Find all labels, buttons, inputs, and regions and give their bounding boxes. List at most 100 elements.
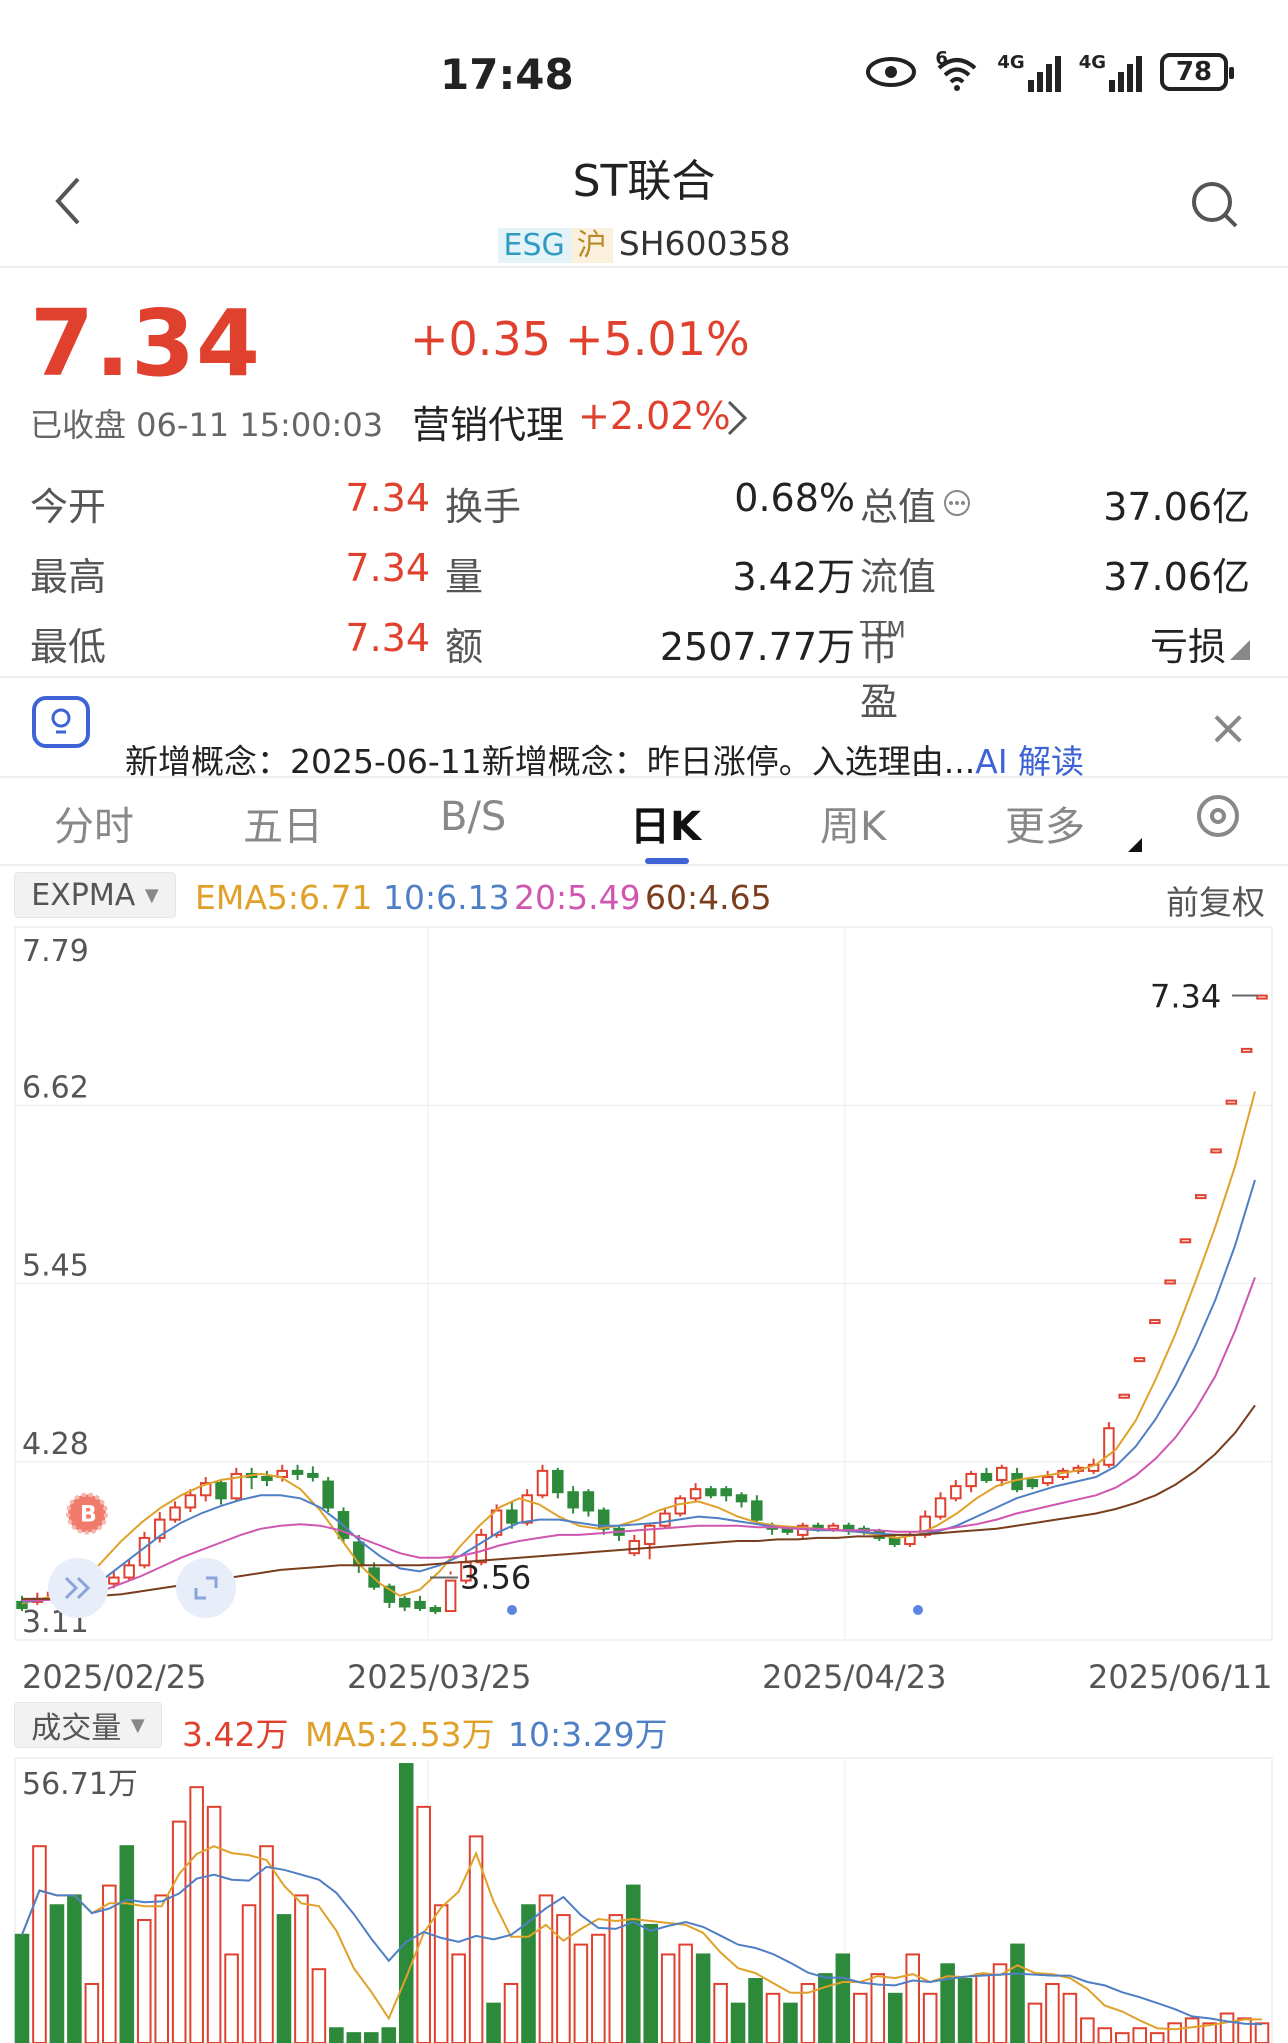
chevron-right-icon[interactable] — [725, 398, 749, 438]
volume-bar — [32, 1845, 47, 2043]
volume-bar — [136, 1919, 152, 2043]
x-tick-label: 2025/06/11 — [1088, 1658, 1273, 1696]
volume-bar — [1184, 2017, 1200, 2043]
volume-bar — [259, 1845, 274, 2043]
expand-triangle-icon[interactable] — [1230, 640, 1250, 660]
volume-bar — [957, 1978, 973, 2043]
esg-badge: ESG — [497, 228, 571, 263]
volume-bar — [818, 1973, 833, 2043]
amount-value: 2507.77万 — [659, 625, 855, 669]
tab-daily-k[interactable]: 日K — [630, 794, 701, 852]
tabs-divider — [0, 864, 1288, 866]
volume-bar — [241, 1904, 257, 2043]
settings-icon[interactable] — [1197, 795, 1239, 837]
volume-bar — [381, 2027, 397, 2043]
candle — [291, 1469, 304, 1475]
volume-bar — [451, 1953, 466, 2043]
price-change: +0.35 — [410, 312, 551, 366]
min-price-label: 3.56 — [460, 1558, 531, 1596]
volume-bar — [346, 2032, 362, 2043]
info-dots-icon[interactable] — [942, 488, 972, 518]
open-label: 今开 — [30, 485, 107, 529]
candle — [842, 1524, 855, 1530]
volume-bar — [486, 2002, 501, 2043]
tab-five-day[interactable]: 五日 — [243, 794, 323, 852]
sector-change-percent[interactable]: +2.02% — [578, 394, 731, 438]
fullscreen-button — [176, 1558, 236, 1618]
volume-indicator-selector[interactable]: 成交量 ▼ — [14, 1702, 162, 1748]
stock-title: ST联合 — [572, 156, 716, 207]
candle — [1164, 1279, 1176, 1285]
candle — [689, 1488, 702, 1500]
eye-icon — [866, 57, 917, 87]
candle — [138, 1536, 151, 1567]
candle — [996, 1466, 1008, 1482]
volume-bar — [67, 1894, 82, 2043]
volume-bar — [224, 1953, 239, 2043]
candle — [720, 1488, 732, 1497]
candle — [1179, 1238, 1192, 1244]
x-tick-label: 2025/02/25 — [22, 1658, 207, 1696]
ema5-value: EMA5:6.71 — [195, 878, 373, 917]
volume-bar — [1254, 2022, 1270, 2043]
low-value: 7.34 — [345, 616, 430, 660]
tab-weekly-k[interactable]: 周K — [820, 794, 886, 852]
volume-bar — [730, 2002, 746, 2043]
exchange-badge: 沪 — [570, 228, 613, 263]
indicator-selector[interactable]: EXPMA ▼ — [14, 872, 176, 918]
volume-bar — [678, 1943, 693, 2043]
wifi-icon: 6 — [935, 48, 979, 92]
volume-bar — [538, 1894, 554, 2043]
volume-bar — [556, 1914, 571, 2043]
period-tabs: 分时 五日 B/S 日K 周K 更多 — [0, 780, 1288, 860]
candle — [123, 1564, 135, 1579]
candle — [659, 1512, 671, 1527]
candle — [1240, 1047, 1253, 1053]
volume-bar — [695, 1953, 711, 2043]
candle — [1149, 1319, 1161, 1325]
volume-bar — [608, 1914, 624, 2043]
turnover-value: 0.68% — [734, 476, 855, 520]
candle — [215, 1482, 227, 1500]
event-dot — [913, 1605, 923, 1615]
volume-bar — [783, 2002, 798, 2043]
stats-row-1: 今开 7.34 换手 0.68% 总值 37.06亿 — [30, 476, 1250, 536]
more-dropdown-icon[interactable] — [1128, 838, 1142, 852]
candlestick-chart[interactable]: 7.796.625.454.283.117.343.56B — [0, 920, 1288, 1660]
candle — [444, 1579, 457, 1613]
close-icon[interactable]: × — [1208, 700, 1248, 756]
y-tick-label: 5.45 — [22, 1249, 89, 1284]
volume-bar — [748, 1978, 763, 2043]
candle — [1041, 1475, 1054, 1485]
sector-link[interactable]: 营销代理 — [412, 394, 564, 449]
volume-bar — [905, 1953, 920, 2043]
candle — [1026, 1479, 1039, 1488]
tab-bs[interactable]: B/S — [440, 794, 506, 840]
candle — [1256, 994, 1268, 1000]
volume-chart[interactable]: 56.71万 — [0, 1756, 1288, 2043]
volume-bar — [189, 1786, 204, 2043]
volume-bar — [625, 1884, 641, 2043]
candle — [536, 1469, 549, 1497]
candle — [1103, 1427, 1115, 1466]
candle — [1195, 1194, 1207, 1200]
tab-intraday[interactable]: 分时 — [54, 794, 134, 852]
adjust-mode[interactable]: 前复权 — [1166, 876, 1265, 924]
volume-bar — [1132, 2027, 1148, 2043]
pe-value: 亏损 — [1149, 625, 1226, 669]
candle — [827, 1524, 840, 1530]
volume-label: 量 — [445, 555, 484, 599]
ema20-value: 20:5.49 — [514, 878, 641, 917]
search-icon[interactable] — [1190, 180, 1240, 230]
volume-bar — [1167, 2022, 1182, 2043]
market-cap-value: 37.06亿 — [1103, 485, 1250, 529]
volume-bar — [713, 1982, 728, 2043]
amount-label: 额 — [445, 625, 484, 669]
news-divider — [0, 776, 1288, 778]
candle — [1118, 1393, 1130, 1399]
candle — [307, 1472, 319, 1478]
tab-more[interactable]: 更多 — [1005, 794, 1085, 852]
market-cap-label: 总值 — [860, 485, 937, 529]
ema10-value: 10:6.13 — [383, 878, 510, 917]
candle — [1210, 1148, 1222, 1154]
